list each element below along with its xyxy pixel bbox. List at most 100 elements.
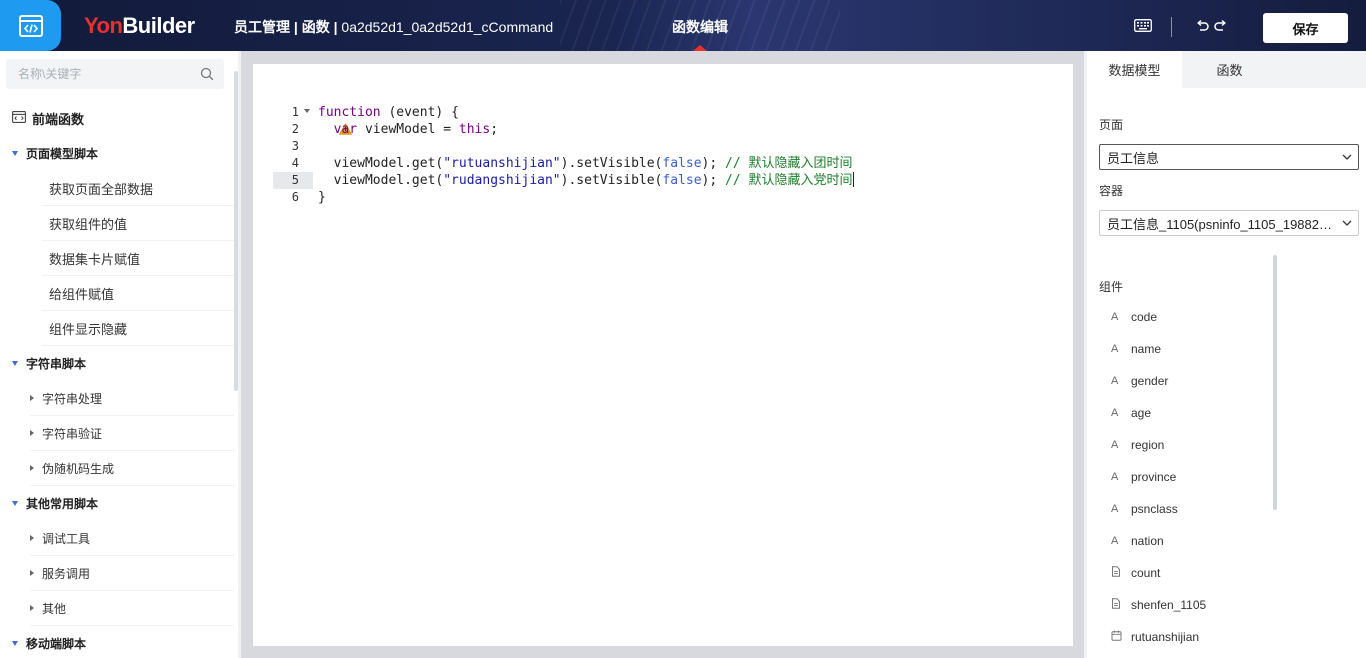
text-field-icon: A xyxy=(1111,439,1119,451)
tree-item[interactable]: 给组件赋值 xyxy=(42,276,234,311)
line-number: 3 xyxy=(291,139,299,153)
tree-subgroup[interactable]: 其他 xyxy=(30,591,234,626)
app-logo-icon[interactable] xyxy=(0,0,61,51)
caret-down-icon xyxy=(12,501,18,506)
breadcrumb-path: 员工管理 | 函数 | xyxy=(234,19,342,35)
properties-panel: 数据模型 函数 页面 员工信息 容器 员工信息_1105(psninfo_110… xyxy=(1087,51,1366,658)
section-label: 其他常用脚本 xyxy=(26,497,99,511)
component-item[interactable]: Aname xyxy=(1087,333,1357,365)
function-library-panel: 前端函数 页面模型脚本 获取页面全部数据 获取组件的值 数据集卡片赋值 给组件赋… xyxy=(0,51,238,658)
keyboard-icon[interactable] xyxy=(1134,19,1152,35)
breadcrumb-function-id: 0a2d52d1_0a2d52d1_cCommand xyxy=(341,19,554,35)
subgroup-label: 调试工具 xyxy=(42,531,91,546)
tree-item[interactable]: 组件显示隐藏 xyxy=(42,311,234,346)
line-text: viewModel.get("rudangshijian").setVisibl… xyxy=(318,172,854,188)
component-item[interactable]: Aprovince xyxy=(1087,461,1357,493)
components-label: 组件 xyxy=(1099,280,1124,294)
chevron-down-icon xyxy=(1336,220,1358,226)
tab-data-model[interactable]: 数据模型 xyxy=(1087,51,1182,88)
calendar-icon xyxy=(1111,630,1131,644)
tree-item[interactable]: 获取页面全部数据 xyxy=(42,171,234,206)
line-text: } xyxy=(318,190,326,205)
code-editor[interactable]: 1 function (event) { 2 var viewModel = t… xyxy=(253,64,1073,646)
chevron-down-icon xyxy=(1336,154,1358,160)
tree-item[interactable]: 数据集卡片赋值 xyxy=(42,241,234,276)
tab-functions[interactable]: 函数 xyxy=(1182,51,1277,88)
subgroup-label: 服务调用 xyxy=(42,566,91,581)
component-item[interactable]: rutuanshijian xyxy=(1087,621,1357,653)
redo-icon[interactable] xyxy=(1213,18,1228,36)
page-select-value: 员工信息 xyxy=(1107,150,1160,166)
component-item[interactable]: shenfen_1105 xyxy=(1087,589,1357,621)
code-line[interactable]: 3 xyxy=(253,138,1073,155)
caret-right-icon xyxy=(30,465,34,471)
code-window-icon xyxy=(12,110,26,126)
section-label: 移动端脚本 xyxy=(26,637,87,651)
line-number: 4 xyxy=(291,156,299,170)
tree-section-string[interactable]: 字符串脚本 xyxy=(0,346,234,381)
page-label: 页面 xyxy=(1099,118,1124,132)
function-tree: 前端函数 页面模型脚本 获取页面全部数据 获取组件的值 数据集卡片赋值 给组件赋… xyxy=(0,106,234,658)
line-text: viewModel.get("rutuanshijian").setVisibl… xyxy=(318,156,853,171)
caret-right-icon xyxy=(30,430,34,436)
code-lines: 1 function (event) { 2 var viewModel = t… xyxy=(253,104,1073,206)
text-field-icon: A xyxy=(1111,407,1119,419)
undo-icon[interactable] xyxy=(1195,18,1210,36)
component-item[interactable]: Agender xyxy=(1087,365,1357,397)
component-item[interactable]: Apsnclass xyxy=(1087,493,1357,525)
tree-root-label: 前端函数 xyxy=(32,111,85,127)
subgroup-label: 字符串验证 xyxy=(42,426,103,441)
search-icon[interactable] xyxy=(200,67,214,84)
component-item[interactable]: Anation xyxy=(1087,525,1357,557)
component-item[interactable]: Acode xyxy=(1087,301,1357,333)
tree-root[interactable]: 前端函数 xyxy=(0,106,234,130)
subgroup-label: 伪随机码生成 xyxy=(42,461,115,476)
tree-section-page-model[interactable]: 页面模型脚本 xyxy=(0,136,234,171)
caret-right-icon xyxy=(30,605,34,611)
tree-section-mobile[interactable]: 移动端脚本 xyxy=(0,626,234,658)
line-number: 6 xyxy=(291,190,299,204)
caret-down-icon xyxy=(12,151,18,156)
header-divider xyxy=(1171,17,1172,37)
code-line[interactable]: 4 viewModel.get("rutuanshijian").setVisi… xyxy=(253,155,1073,172)
container-select-value: 员工信息_1105(psninfo_1105_1988255328... xyxy=(1107,216,1336,232)
caret-right-icon xyxy=(30,570,34,576)
section-label: 字符串脚本 xyxy=(26,357,87,371)
save-button[interactable]: 保存 xyxy=(1263,13,1348,43)
fold-icon[interactable] xyxy=(304,109,310,113)
brand-builder: Builder xyxy=(122,13,195,38)
tree-subgroup[interactable]: 调试工具 xyxy=(30,521,234,556)
left-scrollbar[interactable] xyxy=(234,71,238,391)
component-item[interactable]: Aage xyxy=(1087,397,1357,429)
text-field-icon: A xyxy=(1111,343,1119,355)
text-field-icon: A xyxy=(1111,471,1119,483)
tree-subgroup[interactable]: 伪随机码生成 xyxy=(30,451,234,486)
caret-down-icon xyxy=(12,641,18,646)
code-line[interactable]: 1 function (event) { xyxy=(253,104,1073,135)
container-select[interactable]: 员工信息_1105(psninfo_1105_1988255328... xyxy=(1099,210,1359,236)
search-box xyxy=(6,59,224,89)
search-input[interactable] xyxy=(6,59,186,89)
text-field-icon: A xyxy=(1111,375,1119,387)
text-field-icon: A xyxy=(1111,535,1119,547)
caret-down-icon xyxy=(12,361,18,366)
component-item[interactable]: count xyxy=(1087,557,1357,589)
line-text: function (event) { xyxy=(318,105,459,120)
code-line[interactable]: 6 } xyxy=(253,189,1073,206)
code-line[interactable]: 2 var viewModel = this; xyxy=(253,121,1073,138)
component-list: Acode Aname Agender Aage Aregion Aprovin… xyxy=(1087,301,1357,653)
text-cursor xyxy=(852,172,854,187)
page-title: 函数编辑 xyxy=(672,19,728,35)
component-item[interactable]: Aregion xyxy=(1087,429,1357,461)
tree-subgroup[interactable]: 字符串验证 xyxy=(30,416,234,451)
tree-section-common[interactable]: 其他常用脚本 xyxy=(0,486,234,521)
page-select[interactable]: 员工信息 xyxy=(1099,144,1359,170)
code-line-active[interactable]: 5 viewModel.get("rudangshijian").setVisi… xyxy=(253,172,1073,189)
line-number: 5 xyxy=(273,172,313,189)
tree-subgroup[interactable]: 字符串处理 xyxy=(30,381,234,416)
tree-subgroup[interactable]: 服务调用 xyxy=(30,556,234,591)
tree-item[interactable]: 获取组件的值 xyxy=(42,206,234,241)
line-number: 2 xyxy=(291,122,299,136)
right-scrollbar[interactable] xyxy=(1273,255,1277,510)
text-field-icon: A xyxy=(1111,311,1119,323)
